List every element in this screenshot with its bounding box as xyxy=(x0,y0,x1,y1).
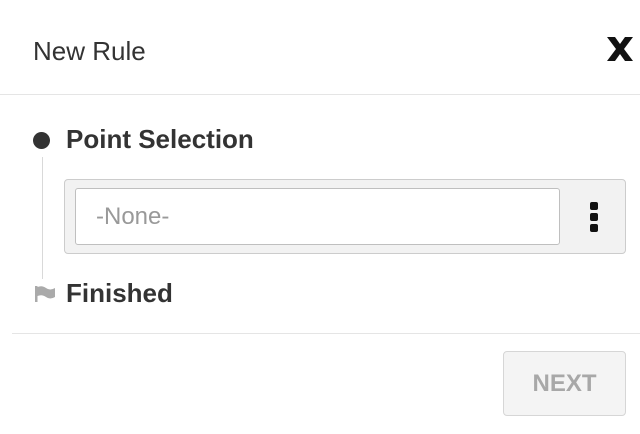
dialog-header: New Rule xyxy=(0,0,640,95)
point-selection-field[interactable] xyxy=(75,188,560,245)
next-button[interactable]: NEXT xyxy=(503,351,626,416)
close-icon xyxy=(607,37,633,61)
dialog-title: New Rule xyxy=(33,36,146,66)
filled-circle-icon xyxy=(33,132,50,149)
flag-icon xyxy=(35,286,55,302)
step-label-finished: Finished xyxy=(66,278,173,308)
dialog-footer: NEXT xyxy=(12,333,640,434)
close-button[interactable] xyxy=(600,32,640,66)
new-rule-dialog: New Rule Point Selection Finished xyxy=(0,0,640,434)
wizard-steps: Point Selection Finished xyxy=(0,95,640,333)
point-selection-input-group xyxy=(64,179,626,254)
step-connector-line xyxy=(42,157,43,279)
point-selection-menu-button[interactable] xyxy=(570,188,616,245)
step-label-point-selection: Point Selection xyxy=(66,124,254,154)
